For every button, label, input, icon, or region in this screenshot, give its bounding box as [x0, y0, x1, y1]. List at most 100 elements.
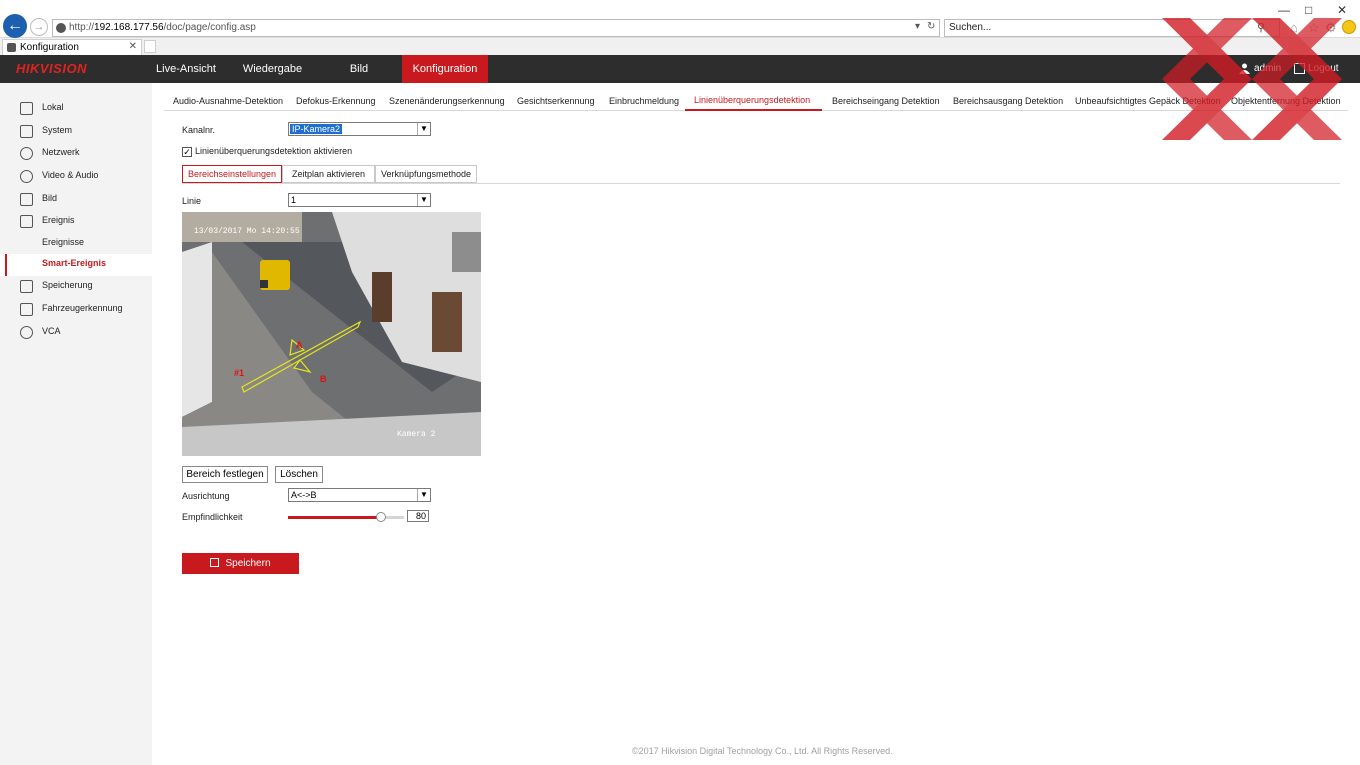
refresh-icon[interactable]: ↻ — [927, 21, 935, 32]
sidebar-item-vca[interactable]: VCA — [0, 322, 152, 344]
forward-arrow-icon[interactable]: → — [30, 18, 48, 36]
video-line-id: #1 — [234, 368, 244, 378]
save-button[interactable]: Speichern — [182, 553, 299, 574]
nav-live-view[interactable]: Live-Ansicht — [148, 55, 224, 83]
sidebar-item-video-audio[interactable]: Video & Audio — [0, 166, 152, 188]
browser-toolbar: ← → http://192.168.177.56/doc/page/confi… — [0, 0, 1360, 38]
sidebar-item-label: System — [42, 125, 73, 135]
tab-region-entrance[interactable]: Bereichseingang Detektion — [832, 96, 940, 106]
delete-button[interactable]: Löschen — [275, 466, 323, 483]
app-header: HIKVISION Live-Ansicht Wiedergabe Bild K… — [0, 55, 1360, 83]
sidebar-item-network[interactable]: Netzwerk — [0, 143, 152, 165]
calendar-icon — [20, 215, 33, 228]
sidebar-item-smart-event[interactable]: Smart-Ereignis — [0, 254, 152, 276]
settings-gear-icon[interactable]: ⚙ — [1325, 20, 1337, 36]
browser-tabbar: Konfiguration ✕ — [0, 38, 1360, 55]
vehicle-search-icon — [20, 303, 33, 316]
video-camera-name: Kamera 2 — [397, 430, 436, 439]
sidebar-item-storage[interactable]: Speicherung — [0, 276, 152, 298]
new-tab-icon[interactable] — [144, 40, 156, 53]
tab-audio-exception[interactable]: Audio-Ausnahme-Detektion — [173, 96, 283, 106]
slider-thumb[interactable] — [376, 512, 386, 522]
set-area-button[interactable]: Bereich festlegen — [182, 466, 268, 483]
direction-label: Ausrichtung — [182, 491, 230, 501]
tab-scene-change[interactable]: Szenenänderungserkennung — [389, 96, 505, 106]
address-bar[interactable]: http://192.168.177.56/doc/page/config.as… — [52, 19, 940, 37]
nav-playback[interactable]: Wiedergabe — [234, 55, 311, 83]
dropdown-arrow-icon[interactable]: ▾ — [915, 21, 920, 32]
video-label-a: A — [296, 340, 303, 350]
tab-object-removal[interactable]: Objektentfernung Detektion — [1231, 96, 1341, 106]
sidebar-item-events[interactable]: Ereignisse — [0, 233, 152, 255]
main-content: Audio-Ausnahme-Detektion Defokus-Erkennu… — [152, 83, 1360, 765]
line-value: 1 — [291, 195, 297, 205]
sidebar-item-label: Bild — [42, 193, 58, 203]
sidebar-item-label: Smart-Ereignis — [42, 258, 107, 268]
browser-tab[interactable]: Konfiguration ✕ — [2, 39, 142, 55]
detection-subtabs: Audio-Ausnahme-Detektion Defokus-Erkennu… — [164, 83, 1348, 111]
sidebar-item-image[interactable]: Bild — [0, 189, 152, 211]
chevron-down-icon: ▼ — [417, 123, 430, 135]
enable-checkbox[interactable]: ✓ — [182, 147, 192, 157]
sidebar-item-local[interactable]: Lokal — [0, 98, 152, 120]
tab-intrusion[interactable]: Einbruchmeldung — [609, 96, 679, 106]
back-arrow-icon[interactable]: ← — [3, 14, 27, 38]
sensitivity-slider[interactable] — [288, 512, 404, 522]
search-input[interactable]: Suchen... ⚲ — [944, 19, 1280, 37]
divider — [182, 183, 1340, 184]
nav-picture[interactable]: Bild — [330, 55, 388, 83]
sidebar-item-label: Ereignis — [42, 215, 75, 225]
sidebar-item-label: Fahrzeugerkennung — [42, 303, 123, 313]
tab-unattended-baggage[interactable]: Unbeaufsichtigtes Gepäck Detektion — [1075, 96, 1221, 106]
tab-defocus[interactable]: Defokus-Erkennung — [296, 96, 376, 106]
sensitivity-label: Empfindlichkeit — [182, 512, 243, 522]
save-label: Speichern — [225, 558, 271, 569]
favicon-icon — [7, 43, 16, 52]
direction-select[interactable]: A<->B ▼ — [288, 488, 431, 502]
sidebar-item-system[interactable]: System — [0, 121, 152, 143]
close-icon[interactable]: ✕ — [1337, 3, 1347, 17]
logout-link[interactable]: Logout — [1308, 63, 1339, 74]
globe-icon — [20, 147, 33, 160]
active-tab-underline — [685, 109, 822, 111]
minimize-icon[interactable]: — — [1278, 3, 1290, 17]
maximize-icon[interactable]: □ — [1305, 3, 1312, 17]
browser-window: ← → http://192.168.177.56/doc/page/confi… — [0, 0, 1360, 765]
tab-line-crossing[interactable]: Linienüberquerungsdetektion — [694, 95, 810, 105]
nav-configuration[interactable]: Konfiguration — [402, 55, 488, 83]
storage-icon — [20, 280, 33, 293]
sidebar-item-vehicle-detection[interactable]: Fahrzeugerkennung — [0, 299, 152, 321]
search-placeholder: Suchen... — [949, 22, 992, 33]
page-icon — [56, 23, 66, 33]
system-icon — [20, 125, 33, 138]
hikvision-logo: HIKVISION — [16, 61, 87, 76]
step-linkage-method[interactable]: Verknüpfungsmethode — [375, 165, 477, 183]
favorites-icon[interactable]: ☆ — [1308, 20, 1320, 36]
slider-fill — [288, 516, 381, 519]
step-schedule[interactable]: Zeitplan aktivieren — [282, 165, 375, 183]
tab-face-detection[interactable]: Gesichtserkennung — [517, 96, 595, 106]
channel-label: Kanalnr. — [182, 125, 216, 135]
channel-select[interactable]: IP-Kamera2 ▼ — [288, 122, 431, 136]
feedback-smiley-icon[interactable] — [1342, 20, 1356, 34]
tab-close-icon[interactable]: ✕ — [129, 41, 137, 52]
chevron-down-icon: ▼ — [417, 489, 430, 501]
user-icon — [1239, 63, 1250, 74]
camera-preview[interactable]: 13/03/2017 Mo 14:20:55 Kamera 2 A B #1 — [182, 212, 481, 456]
search-icon[interactable]: ⚲ — [1257, 21, 1265, 34]
sidebar-item-label: Video & Audio — [42, 170, 99, 180]
line-label: Linie — [182, 196, 202, 206]
home-icon[interactable]: ⌂ — [1290, 20, 1298, 35]
url-text: http://192.168.177.56/doc/page/config.as… — [69, 22, 256, 33]
sidebar-item-event[interactable]: Ereignis — [0, 211, 152, 233]
channel-value: IP-Kamera2 — [290, 124, 343, 134]
sidebar: Lokal System Netzwerk Video & Audio Bild… — [0, 83, 152, 765]
logout-icon[interactable] — [1294, 63, 1305, 74]
step-area-settings[interactable]: Bereichseinstellungen — [182, 165, 282, 183]
sidebar-item-label: Ereignisse — [42, 237, 85, 247]
active-indicator — [5, 254, 7, 276]
sidebar-item-label: Lokal — [42, 102, 64, 112]
sensitivity-value[interactable]: 80 — [407, 510, 429, 522]
line-select[interactable]: 1 ▼ — [288, 193, 431, 207]
tab-region-exit[interactable]: Bereichsausgang Detektion — [953, 96, 1063, 106]
